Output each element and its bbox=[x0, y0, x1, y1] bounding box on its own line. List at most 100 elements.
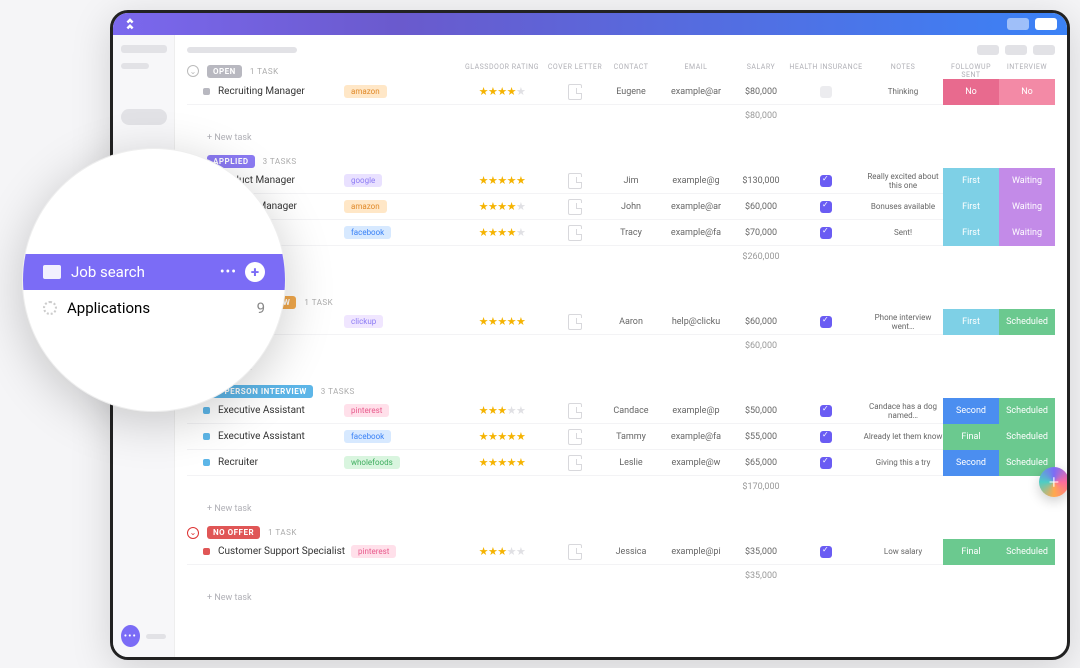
cell-health-insurance[interactable] bbox=[789, 316, 863, 328]
task-row[interactable]: Product Managergoogle★★★★★Jimexample@g$1… bbox=[187, 168, 1055, 194]
chat-fab-icon[interactable]: ••• bbox=[121, 625, 140, 647]
company-tag[interactable]: facebook bbox=[344, 430, 391, 443]
cell-cover-letter[interactable] bbox=[547, 225, 603, 241]
section-toggle-icon[interactable]: ⌄ bbox=[187, 527, 199, 539]
company-tag[interactable]: pinterest bbox=[344, 404, 389, 417]
cell-interview[interactable]: Scheduled bbox=[999, 398, 1055, 424]
cell-interview[interactable]: Scheduled bbox=[999, 309, 1055, 335]
sidebar-zoom-lens: Job search ••• + Applications 9 bbox=[22, 148, 286, 412]
status-dot bbox=[203, 433, 210, 440]
section-toggle-icon[interactable]: ⌄ bbox=[187, 65, 199, 77]
cell-health-insurance[interactable] bbox=[789, 546, 863, 558]
column-header[interactable]: GLASSDOOR RATING bbox=[457, 63, 547, 79]
company-tag[interactable]: facebook bbox=[344, 226, 391, 239]
cell-cover-letter[interactable] bbox=[547, 173, 603, 189]
sidebar-placeholder bbox=[121, 63, 149, 69]
cell-salary: $70,000 bbox=[733, 228, 789, 238]
cell-followup-sent[interactable]: Final bbox=[943, 424, 999, 450]
cell-health-insurance[interactable] bbox=[789, 227, 863, 239]
cell-health-insurance[interactable] bbox=[789, 86, 863, 98]
column-header[interactable]: FOLLOWUP SENT bbox=[943, 63, 999, 79]
task-row[interactable]: Account Manageramazon★★★★★Johnexample@ar… bbox=[187, 194, 1055, 220]
company-tag[interactable]: clickup bbox=[344, 315, 383, 328]
column-header[interactable]: CONTACT bbox=[603, 63, 659, 79]
cell-followup-sent[interactable]: Second bbox=[943, 450, 999, 476]
new-task-button[interactable]: + New task bbox=[187, 498, 1055, 520]
cell-cover-letter[interactable] bbox=[547, 314, 603, 330]
column-header[interactable]: SALARY bbox=[733, 63, 789, 79]
column-header[interactable]: EMAIL bbox=[659, 63, 733, 79]
task-count: 1 TASK bbox=[268, 528, 297, 537]
cell-interview[interactable]: Waiting bbox=[999, 194, 1055, 220]
cell-cover-letter[interactable] bbox=[547, 429, 603, 445]
cell-cover-letter[interactable] bbox=[547, 544, 603, 560]
cell-followup-sent[interactable]: No bbox=[943, 79, 999, 105]
cell-cover-letter[interactable] bbox=[547, 403, 603, 419]
task-row[interactable]: Recruiterclickup★★★★★Aaronhelp@clicku$60… bbox=[187, 309, 1055, 335]
status-pill[interactable]: OPEN bbox=[207, 65, 242, 78]
cell-notes: Giving this a try bbox=[863, 458, 943, 467]
sidebar-folder-job-search[interactable]: Job search ••• + bbox=[23, 254, 285, 290]
cell-email: example@fa bbox=[659, 228, 733, 238]
new-task-button[interactable]: + New task bbox=[187, 127, 1055, 149]
cell-health-insurance[interactable] bbox=[789, 457, 863, 469]
status-dot bbox=[203, 88, 210, 95]
cell-interview[interactable]: Scheduled bbox=[999, 539, 1055, 565]
task-row[interactable]: Executive Assistantpinterest★★★★★Candace… bbox=[187, 398, 1055, 424]
titlebar-button[interactable] bbox=[1035, 18, 1057, 30]
company-tag[interactable]: wholefoods bbox=[344, 456, 400, 469]
titlebar-button[interactable] bbox=[1007, 18, 1029, 30]
create-fab[interactable]: + bbox=[1039, 467, 1067, 497]
status-pill[interactable]: NO OFFER bbox=[207, 526, 260, 539]
cell-cover-letter[interactable] bbox=[547, 84, 603, 100]
column-header[interactable]: COVER LETTER bbox=[547, 63, 603, 79]
cell-followup-sent[interactable]: Final bbox=[943, 539, 999, 565]
cell-notes: Already let them know bbox=[863, 432, 943, 441]
more-icon[interactable]: ••• bbox=[220, 264, 237, 280]
task-row[interactable]: Customer Support Specialistpinterest★★★★… bbox=[187, 539, 1055, 565]
cell-interview[interactable]: No bbox=[999, 79, 1055, 105]
task-row[interactable]: Recruiting Manageramazon★★★★★Eugeneexamp… bbox=[187, 79, 1055, 105]
company-tag[interactable]: amazon bbox=[344, 200, 387, 213]
cell-cover-letter[interactable] bbox=[547, 199, 603, 215]
cell-cover-letter[interactable] bbox=[547, 455, 603, 471]
new-task-button[interactable]: + New task bbox=[187, 357, 1055, 379]
cell-email: example@g bbox=[659, 176, 733, 186]
toolbar-button[interactable] bbox=[1033, 45, 1055, 55]
new-task-button[interactable]: + New task bbox=[187, 268, 1055, 290]
sidebar-search[interactable] bbox=[121, 109, 167, 125]
task-row[interactable]: Recruiterfacebook★★★★★Tracyexample@fa$70… bbox=[187, 220, 1055, 246]
cell-interview[interactable]: Waiting bbox=[999, 220, 1055, 246]
cell-health-insurance[interactable] bbox=[789, 175, 863, 187]
cell-email: example@fa bbox=[659, 432, 733, 442]
cell-health-insurance[interactable] bbox=[789, 405, 863, 417]
company-tag[interactable]: google bbox=[344, 174, 382, 187]
subtotal-salary: $170,000 bbox=[733, 482, 789, 492]
toolbar-button[interactable] bbox=[1005, 45, 1027, 55]
new-task-button[interactable]: + New task bbox=[187, 587, 1055, 609]
subtotal-salary: $260,000 bbox=[733, 252, 789, 262]
cell-email: example@ar bbox=[659, 202, 733, 212]
cell-followup-sent[interactable]: Second bbox=[943, 398, 999, 424]
cell-followup-sent[interactable]: First bbox=[943, 309, 999, 335]
cell-salary: $55,000 bbox=[733, 432, 789, 442]
column-header[interactable]: HEALTH INSURANCE bbox=[789, 63, 863, 79]
sidebar-list-applications[interactable]: Applications 9 bbox=[23, 290, 285, 326]
company-tag[interactable]: pinterest bbox=[351, 545, 396, 558]
task-row[interactable]: Recruiterwholefoods★★★★★Leslieexample@w$… bbox=[187, 450, 1055, 476]
task-row[interactable]: Executive Assistantfacebook★★★★★Tammyexa… bbox=[187, 424, 1055, 450]
add-list-button[interactable]: + bbox=[245, 262, 265, 282]
cell-health-insurance[interactable] bbox=[789, 201, 863, 213]
cell-followup-sent[interactable]: First bbox=[943, 168, 999, 194]
folder-icon bbox=[43, 265, 61, 279]
column-header[interactable]: NOTES bbox=[863, 63, 943, 79]
company-tag[interactable]: amazon bbox=[344, 85, 387, 98]
cell-health-insurance[interactable] bbox=[789, 431, 863, 443]
cell-interview[interactable]: Scheduled bbox=[999, 424, 1055, 450]
column-header[interactable]: INTERVIEW bbox=[999, 63, 1055, 79]
cell-followup-sent[interactable]: First bbox=[943, 194, 999, 220]
toolbar-button[interactable] bbox=[977, 45, 999, 55]
cell-interview[interactable]: Waiting bbox=[999, 168, 1055, 194]
cell-followup-sent[interactable]: First bbox=[943, 220, 999, 246]
document-icon bbox=[568, 429, 582, 445]
